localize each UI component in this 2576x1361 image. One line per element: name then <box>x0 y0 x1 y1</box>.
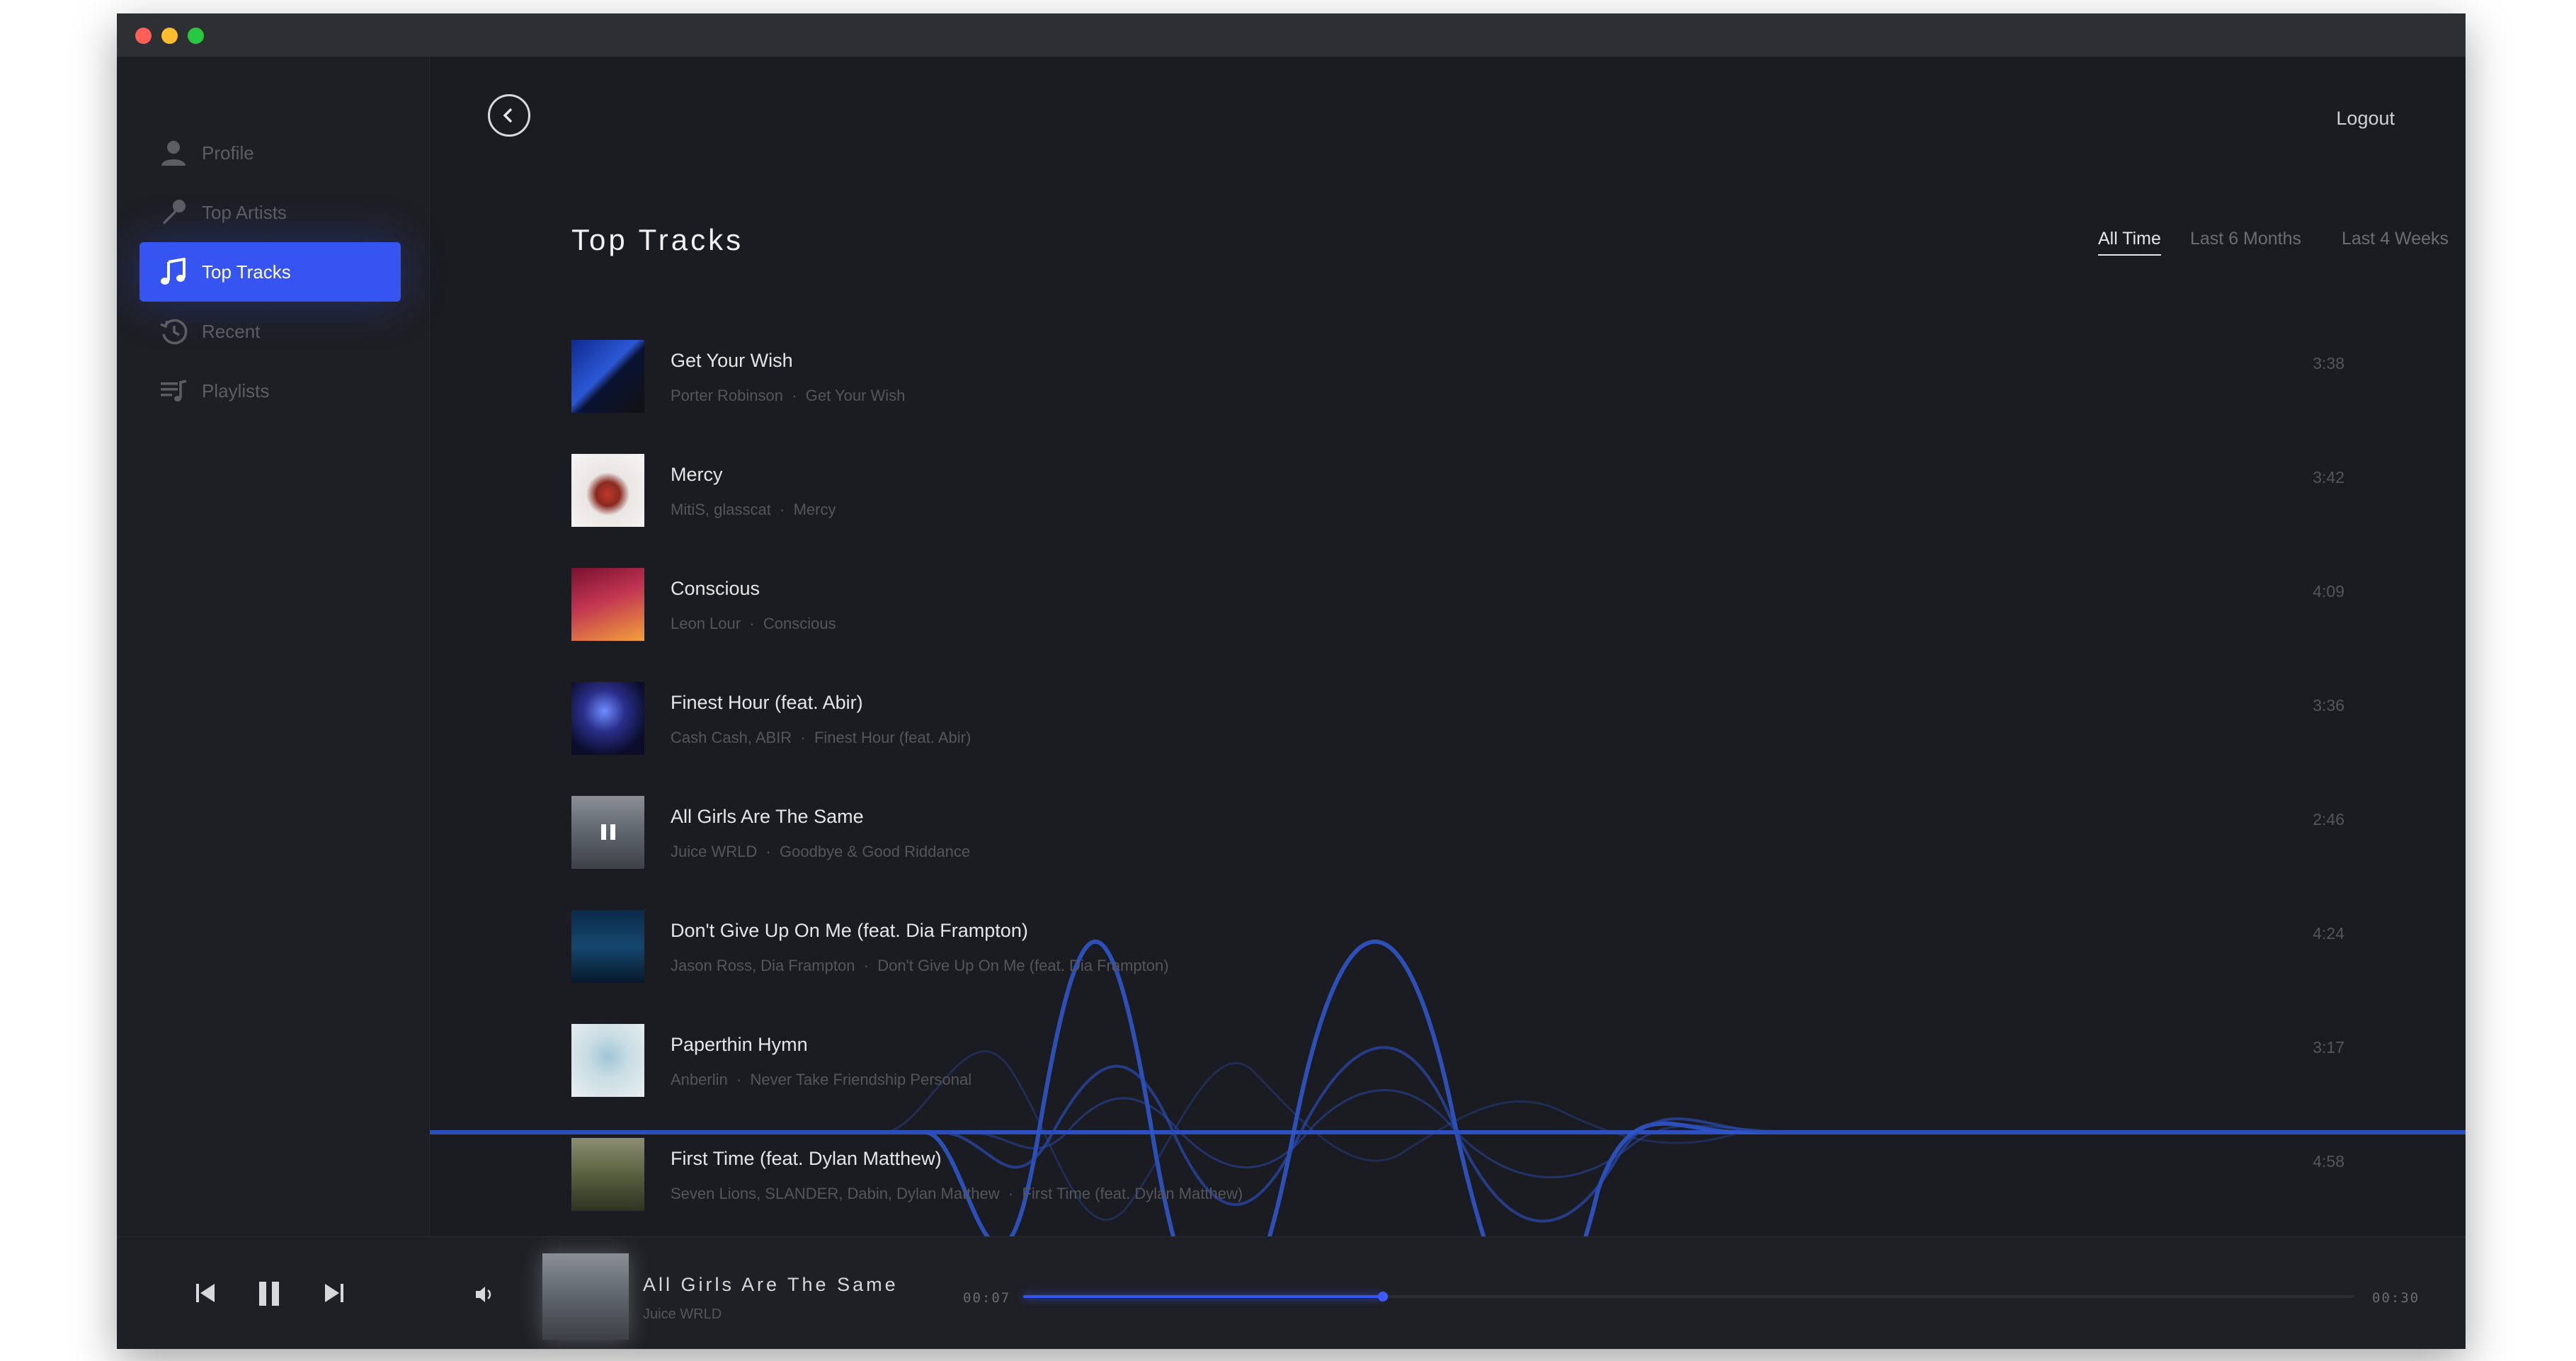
album-cover <box>571 796 644 869</box>
track-title: Get Your Wish <box>671 350 793 371</box>
back-button[interactable] <box>488 94 530 137</box>
track-album: Goodbye & Good Riddance <box>780 843 971 860</box>
track-duration: 4:09 <box>2313 582 2344 600</box>
album-cover <box>571 454 644 527</box>
track-artists: Juice WRLD <box>671 843 758 860</box>
user-icon <box>158 137 189 169</box>
volume-icon[interactable] <box>474 1284 495 1305</box>
sidebar-item-recent[interactable]: Recent <box>139 302 401 361</box>
pause-icon <box>601 824 615 840</box>
elapsed-time: 00:07 <box>963 1290 1011 1306</box>
track-subtitle: Jason Ross, Dia Frampton · Don't Give Up… <box>671 957 1169 974</box>
pause-button[interactable] <box>255 1280 283 1308</box>
track-title: First Time (feat. Dylan Matthew) <box>671 1148 942 1169</box>
track-title: Finest Hour (feat. Abir) <box>671 692 863 713</box>
sidebar-item-profile[interactable]: Profile <box>139 123 401 183</box>
track-artists: Seven Lions, SLANDER, Dabin, Dylan Matth… <box>671 1185 1000 1202</box>
track-duration: 2:46 <box>2313 810 2344 828</box>
track-duration: 4:58 <box>2313 1152 2344 1171</box>
progress-track[interactable] <box>1023 1292 2354 1302</box>
main-content: Logout Top Tracks All Time Last 6 Months… <box>430 57 2466 1239</box>
album-cover <box>571 340 644 413</box>
track-artists: Leon Lour <box>671 615 741 632</box>
track-album: Get Your Wish <box>805 387 906 404</box>
sidebar-item-label: Recent <box>202 320 261 342</box>
album-cover <box>571 1024 644 1097</box>
track-album: First Time (feat. Dylan Matthew) <box>1022 1185 1243 1202</box>
track-title: All Girls Are The Same <box>671 806 864 827</box>
close-window-button[interactable] <box>135 28 152 44</box>
music-note-icon <box>158 256 189 287</box>
track-album: Never Take Friendship Personal <box>750 1071 972 1088</box>
track-title: Mercy <box>671 464 723 485</box>
previous-track-button[interactable] <box>193 1281 217 1305</box>
track-subtitle: Juice WRLD · Goodbye & Good Riddance <box>671 843 971 860</box>
track-subtitle: Porter Robinson · Get Your Wish <box>671 387 906 404</box>
track-row[interactable]: Finest Hour (feat. Abir) Cash Cash, ABIR… <box>571 682 2344 756</box>
title-bar <box>117 13 2466 57</box>
logout-button[interactable]: Logout <box>2336 108 2395 130</box>
track-album: Conscious <box>763 615 836 632</box>
now-playing-artist: Juice WRLD <box>643 1306 722 1322</box>
track-artists: MitiS, glasscat <box>671 501 771 518</box>
track-row[interactable]: Get Your Wish Porter Robinson · Get Your… <box>571 340 2344 414</box>
minimize-window-button[interactable] <box>161 28 178 44</box>
track-row[interactable]: Don't Give Up On Me (feat. Dia Frampton)… <box>571 910 2344 984</box>
track-subtitle: Cash Cash, ABIR · Finest Hour (feat. Abi… <box>671 729 971 746</box>
track-duration: 4:24 <box>2313 924 2344 943</box>
now-playing-title: All Girls Are The Same <box>643 1274 899 1295</box>
track-row-playing[interactable]: All Girls Are The Same Juice WRLD · Good… <box>571 796 2344 870</box>
sidebar-item-top-artists[interactable]: Top Artists <box>139 183 401 242</box>
next-track-button[interactable] <box>322 1281 346 1305</box>
track-row[interactable]: Conscious Leon Lour · Conscious 4:09 <box>571 568 2344 642</box>
maximize-window-button[interactable] <box>188 28 204 44</box>
album-cover <box>571 568 644 641</box>
track-row[interactable]: First Time (feat. Dylan Matthew) Seven L… <box>571 1138 2344 1212</box>
history-icon <box>158 316 189 347</box>
total-time: 00:30 <box>2372 1290 2420 1306</box>
player-bar: All Girls Are The Same Juice WRLD 00:07 … <box>117 1236 2466 1349</box>
sidebar-item-playlists[interactable]: Playlists <box>139 361 401 421</box>
chevron-left-icon <box>503 108 513 123</box>
page-title: Top Tracks <box>571 223 744 256</box>
track-title: Paperthin Hymn <box>671 1034 808 1055</box>
track-album: Finest Hour (feat. Abir) <box>814 729 971 746</box>
tab-last-4-weeks[interactable]: Last 4 Weeks <box>2342 229 2449 249</box>
tab-all-time[interactable]: All Time <box>2098 229 2161 256</box>
track-row[interactable]: Mercy MitiS, glasscat · Mercy 3:42 <box>571 454 2344 528</box>
playlist-icon <box>158 375 189 406</box>
track-title: Conscious <box>671 578 760 599</box>
track-artists: Anberlin <box>671 1071 728 1088</box>
track-album: Don't Give Up On Me (feat. Dia Frampton) <box>877 957 1169 974</box>
sidebar-item-label: Top Artists <box>202 201 287 223</box>
track-artists: Porter Robinson <box>671 387 783 404</box>
track-album: Mercy <box>793 501 836 518</box>
track-subtitle: Leon Lour · Conscious <box>671 615 836 632</box>
track-artists: Jason Ross, Dia Frampton <box>671 957 855 974</box>
track-duration: 3:36 <box>2313 696 2344 714</box>
album-cover <box>571 1138 644 1211</box>
tab-last-6-months[interactable]: Last 6 Months <box>2190 229 2301 249</box>
sidebar: Profile Top Artists Top Tracks Recent Pl… <box>117 57 430 1236</box>
progress-handle[interactable] <box>1377 1292 1388 1302</box>
track-duration: 3:17 <box>2313 1038 2344 1057</box>
track-duration: 3:42 <box>2313 468 2344 486</box>
track-subtitle: Anberlin · Never Take Friendship Persona… <box>671 1071 972 1088</box>
microphone-icon <box>158 197 189 228</box>
track-duration: 3:38 <box>2313 354 2344 372</box>
sidebar-item-label: Profile <box>202 142 254 164</box>
now-playing-cover <box>542 1253 629 1340</box>
progress-fill <box>1023 1295 1383 1298</box>
album-cover <box>571 682 644 755</box>
sidebar-item-label: Top Tracks <box>202 261 291 283</box>
track-subtitle: MitiS, glasscat · Mercy <box>671 501 836 518</box>
track-artists: Cash Cash, ABIR <box>671 729 792 746</box>
app-window: Profile Top Artists Top Tracks Recent Pl… <box>117 13 2466 1349</box>
sidebar-item-top-tracks[interactable]: Top Tracks <box>139 242 401 302</box>
track-subtitle: Seven Lions, SLANDER, Dabin, Dylan Matth… <box>671 1185 1243 1202</box>
album-cover <box>571 910 644 983</box>
sidebar-item-label: Playlists <box>202 380 270 402</box>
track-title: Don't Give Up On Me (feat. Dia Frampton) <box>671 920 1028 941</box>
track-row[interactable]: Paperthin Hymn Anberlin · Never Take Fri… <box>571 1024 2344 1098</box>
